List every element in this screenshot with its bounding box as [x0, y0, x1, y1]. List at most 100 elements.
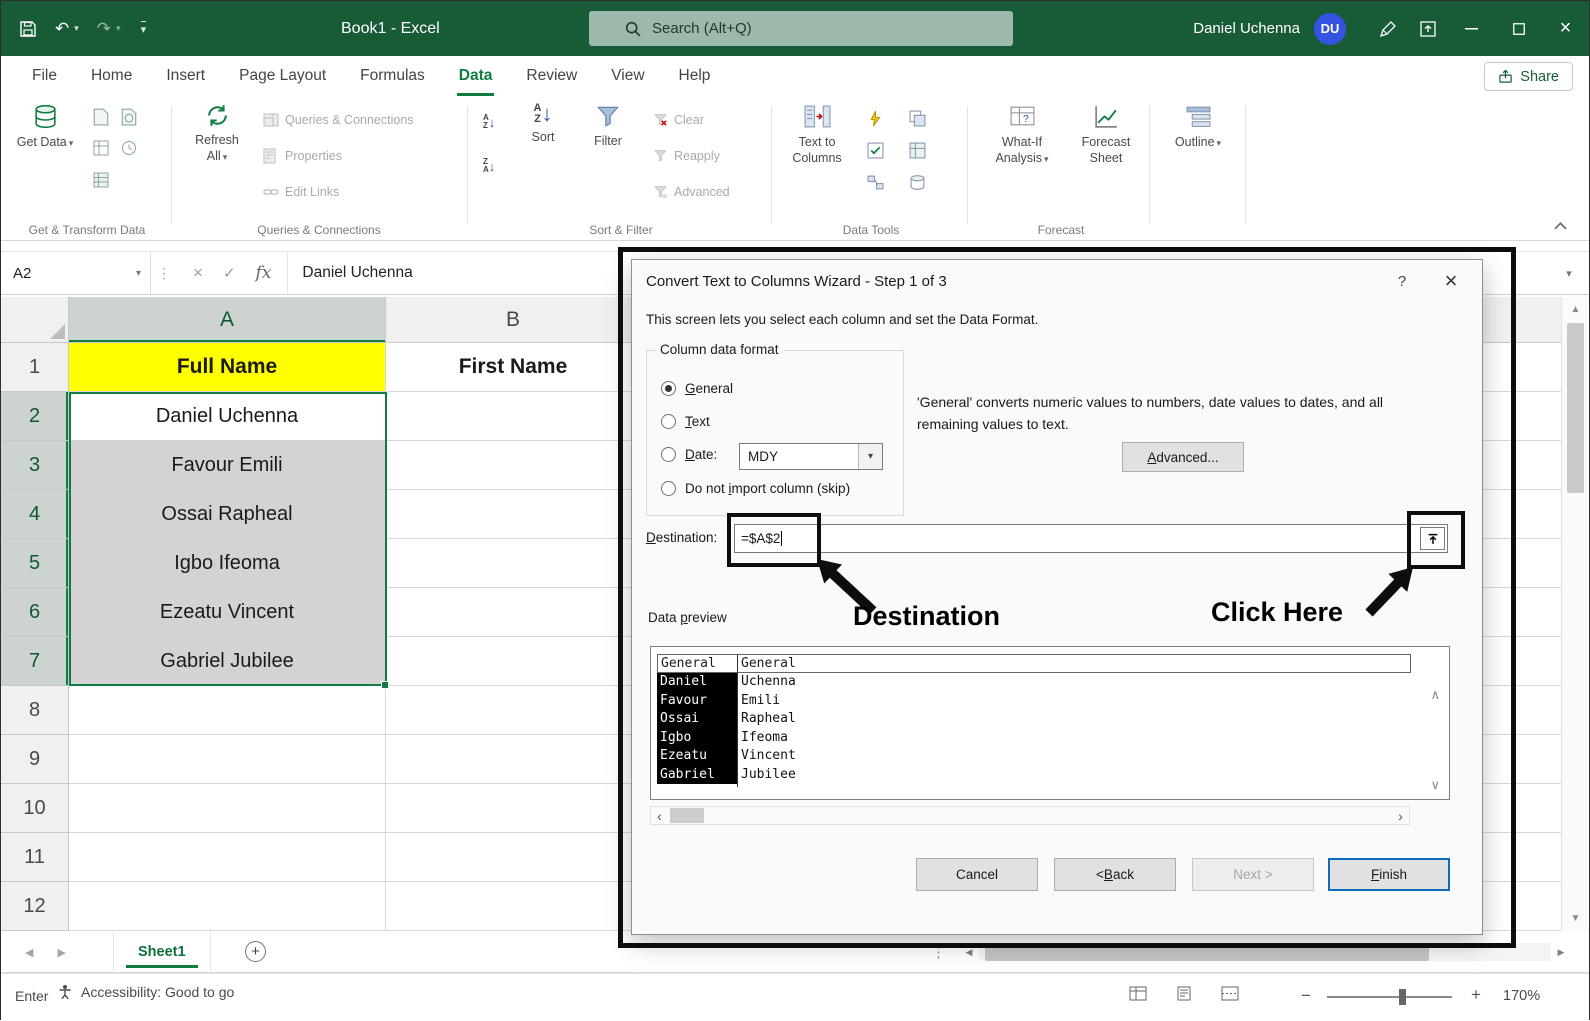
- cell-B4[interactable]: [386, 490, 641, 539]
- scroll-up-icon[interactable]: ▲: [1562, 304, 1589, 315]
- cell-B8[interactable]: [386, 686, 641, 735]
- preview-col1-cell[interactable]: Ossai: [657, 710, 737, 729]
- redo-button[interactable]: ↷▾: [97, 19, 121, 39]
- save-button[interactable]: [19, 20, 37, 38]
- queries-connections-button[interactable]: Queries & Connections: [263, 112, 414, 128]
- from-web-button[interactable]: [121, 108, 137, 126]
- preview-col1-cell[interactable]: Gabriel: [657, 766, 737, 785]
- preview-col2-cell[interactable]: Rapheal: [741, 710, 1411, 729]
- ribbon-display-options-button[interactable]: [1408, 1, 1448, 56]
- radio-text[interactable]: Text: [661, 413, 710, 430]
- recent-sources-button[interactable]: [121, 140, 137, 156]
- cell-A8[interactable]: [69, 686, 386, 735]
- row-header-11[interactable]: 11: [1, 833, 69, 882]
- customize-qat-button[interactable]: ▾: [139, 21, 147, 36]
- row-header-7[interactable]: 7: [1, 637, 69, 686]
- column-header-B[interactable]: B: [386, 297, 641, 342]
- row-header-4[interactable]: 4: [1, 490, 69, 539]
- cell-B3[interactable]: [386, 441, 641, 490]
- name-box-dropdown-icon[interactable]: ▾: [136, 268, 141, 279]
- preview-col2-header[interactable]: General: [737, 654, 1411, 673]
- dialog-help-button[interactable]: ?: [1384, 260, 1420, 302]
- preview-col2-cell[interactable]: Uchenna: [741, 673, 1411, 692]
- horizontal-scroll-thumb[interactable]: [985, 943, 1429, 961]
- row-header-9[interactable]: 9: [1, 735, 69, 784]
- new-sheet-button[interactable]: +: [245, 941, 266, 962]
- tab-review[interactable]: Review: [509, 56, 594, 96]
- tab-home[interactable]: Home: [74, 56, 149, 96]
- back-button[interactable]: < Back: [1054, 858, 1176, 891]
- date-format-select[interactable]: MDY ▾: [739, 443, 883, 470]
- preview-scroll-right-icon[interactable]: ›: [1392, 807, 1409, 824]
- prev-sheet-icon[interactable]: ◀: [25, 946, 33, 959]
- zoom-in-button[interactable]: +: [1471, 985, 1481, 1005]
- cell-B12[interactable]: [386, 882, 641, 931]
- preview-horizontal-scrollbar[interactable]: ‹ ›: [650, 806, 1410, 825]
- preview-scroll-thumb[interactable]: [670, 808, 704, 823]
- cell-A5[interactable]: Igbo Ifeoma: [69, 539, 386, 588]
- destination-input[interactable]: =$A$2: [734, 524, 1448, 553]
- zoom-slider-thumb[interactable]: [1399, 989, 1406, 1005]
- preview-col1-header[interactable]: General: [657, 654, 738, 673]
- zoom-level[interactable]: 170%: [1503, 988, 1540, 1004]
- radio-skip-circle[interactable]: [661, 481, 676, 496]
- accessibility-checker[interactable]: Accessibility: Good to go: [57, 984, 234, 1000]
- row-header-1[interactable]: 1: [1, 343, 69, 392]
- next-button[interactable]: Next >: [1192, 858, 1314, 891]
- search-input[interactable]: Search (Alt+Q): [589, 11, 1013, 46]
- text-to-columns-button[interactable]: Text to Columns: [783, 103, 851, 166]
- tab-view[interactable]: View: [594, 56, 661, 96]
- name-box[interactable]: A2 ▾: [1, 252, 151, 294]
- preview-scroll-left-icon[interactable]: ‹: [651, 807, 668, 824]
- cell-A9[interactable]: [69, 735, 386, 784]
- normal-view-icon[interactable]: [1129, 986, 1147, 1001]
- zoom-out-button[interactable]: −: [1301, 986, 1311, 1006]
- cell-A6[interactable]: Ezeatu Vincent: [69, 588, 386, 637]
- preview-col1-cell[interactable]: Daniel: [657, 673, 737, 692]
- sort-button[interactable]: AZ↓ Sort: [517, 103, 569, 146]
- next-sheet-icon[interactable]: ▶: [57, 946, 65, 959]
- cell-A10[interactable]: [69, 784, 386, 833]
- advanced-button[interactable]: Advanced...: [1122, 442, 1244, 472]
- row-header-6[interactable]: 6: [1, 588, 69, 637]
- reapply-filter-button[interactable]: Reapply: [653, 148, 720, 163]
- row-header-10[interactable]: 10: [1, 784, 69, 833]
- advanced-filter-button[interactable]: Advanced: [653, 184, 730, 199]
- cell-A12[interactable]: [69, 882, 386, 931]
- page-layout-view-icon[interactable]: [1175, 986, 1193, 1001]
- tab-data[interactable]: Data: [442, 56, 510, 96]
- chevron-down-icon[interactable]: ▾: [858, 444, 882, 469]
- what-if-analysis-button[interactable]: ? What-If Analysis▾: [983, 103, 1061, 166]
- radio-date-circle[interactable]: [661, 447, 676, 462]
- tab-help[interactable]: Help: [662, 56, 728, 96]
- cell-B9[interactable]: [386, 735, 641, 784]
- consolidate-button[interactable]: [909, 142, 926, 159]
- radio-general[interactable]: General: [661, 380, 733, 397]
- preview-col1-cell[interactable]: Igbo: [657, 729, 737, 748]
- row-header-12[interactable]: 12: [1, 882, 69, 931]
- radio-skip-column[interactable]: Do not import column (skip): [661, 480, 850, 497]
- relationships-button[interactable]: [867, 174, 884, 191]
- from-text-csv-button[interactable]: [93, 108, 109, 126]
- preview-col1-cell[interactable]: Ezeatu: [657, 747, 737, 766]
- from-table-range-button[interactable]: [93, 140, 109, 156]
- formula-bar-splitter[interactable]: ⋮: [151, 252, 177, 294]
- row-header-3[interactable]: 3: [1, 441, 69, 490]
- clear-filter-button[interactable]: Clear: [653, 112, 704, 127]
- cell-B10[interactable]: [386, 784, 641, 833]
- radio-text-circle[interactable]: [661, 414, 676, 429]
- preview-col2-cell[interactable]: Emili: [741, 692, 1411, 711]
- properties-button[interactable]: Properties: [263, 148, 342, 164]
- fill-handle[interactable]: [381, 681, 389, 689]
- cell-A4[interactable]: Ossai Rapheal: [69, 490, 386, 539]
- insert-function-button[interactable]: fx: [256, 263, 272, 283]
- remove-duplicates-button[interactable]: [909, 110, 926, 127]
- close-button[interactable]: ×: [1542, 1, 1589, 56]
- preview-col2-cell[interactable]: Ifeoma: [741, 729, 1411, 748]
- preview-scroll-down-icon[interactable]: ∨: [1430, 777, 1440, 793]
- radio-general-circle[interactable]: [661, 381, 676, 396]
- share-button[interactable]: Share: [1484, 62, 1573, 91]
- sort-descending-button[interactable]: ZA↓: [483, 158, 495, 174]
- edit-links-button[interactable]: Edit Links: [263, 184, 339, 200]
- flash-fill-button[interactable]: [867, 110, 884, 127]
